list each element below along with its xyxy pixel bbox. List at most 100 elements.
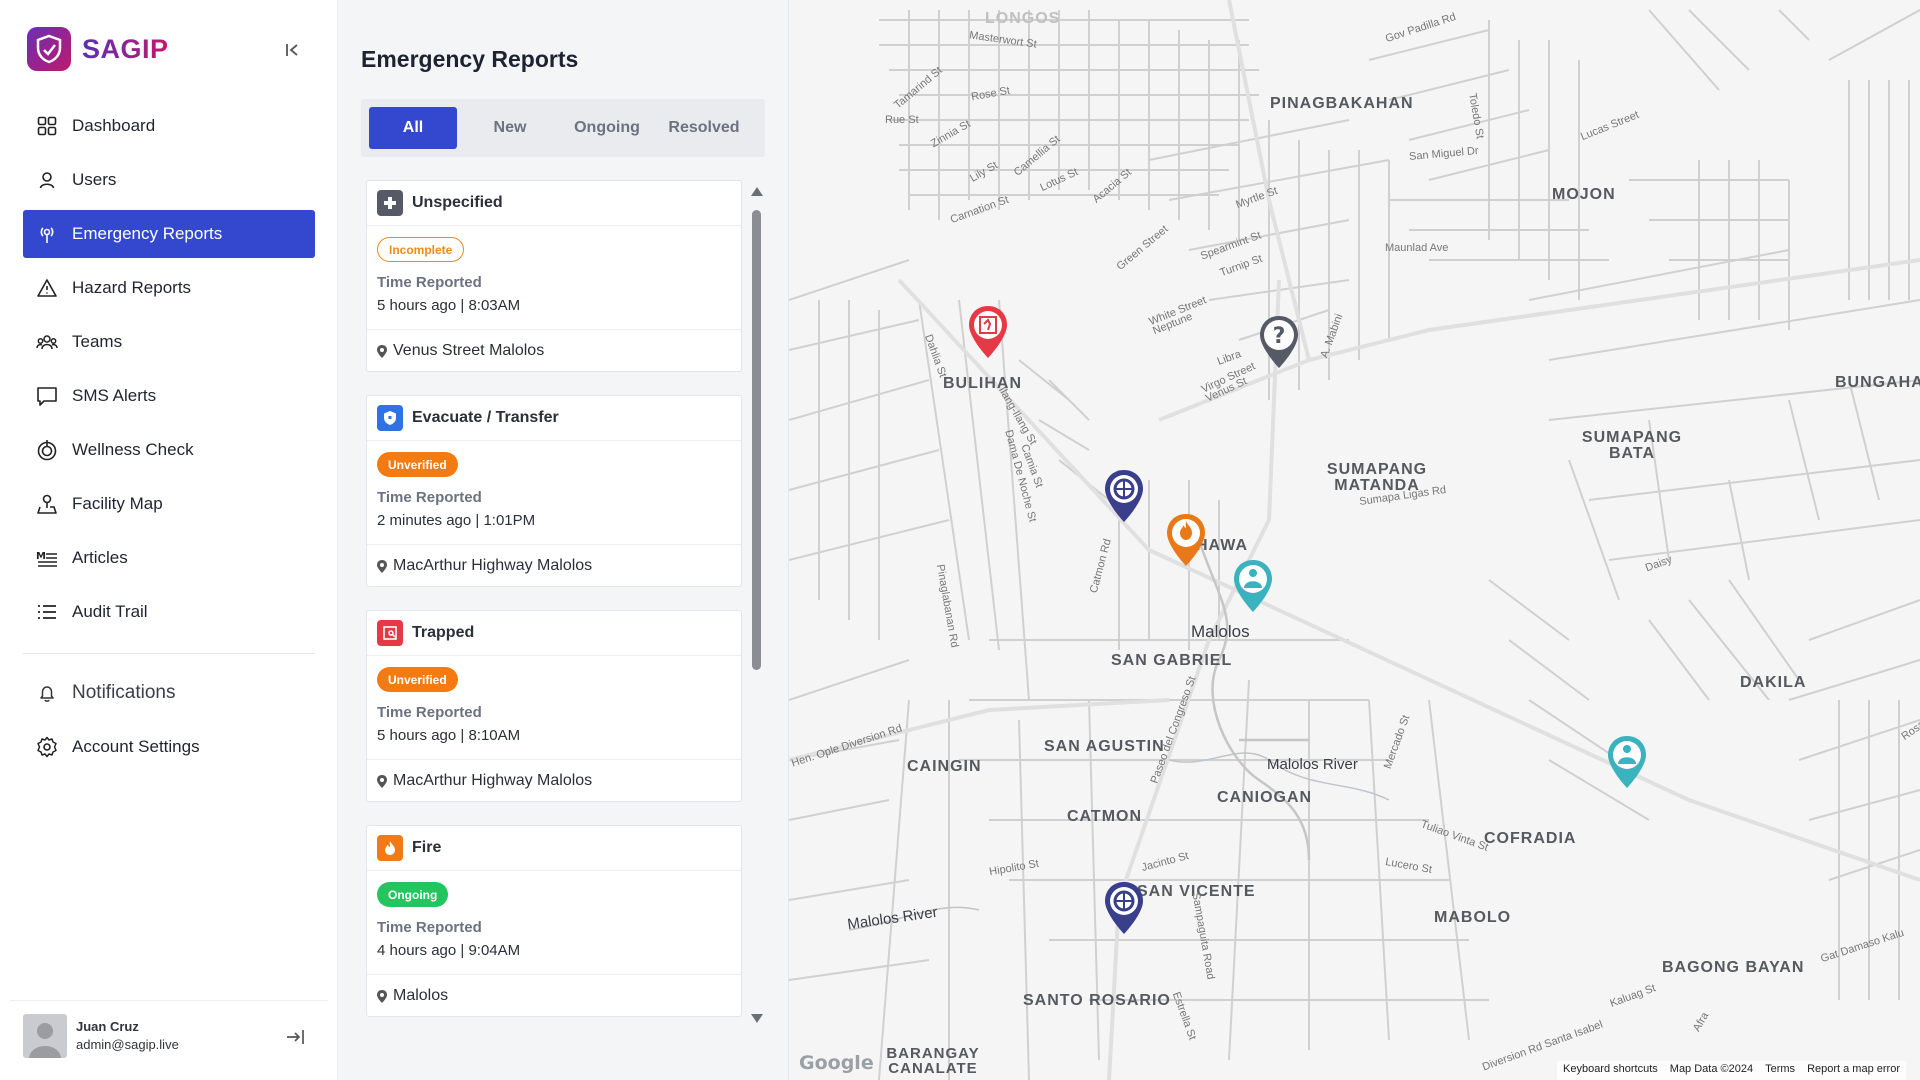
map-data-text: Map Data ©2024 xyxy=(1669,1063,1754,1075)
report-category: Unspecified xyxy=(412,194,503,211)
heart-pulse-icon xyxy=(36,439,58,461)
signal-icon xyxy=(36,223,58,245)
status-badge: Unverified xyxy=(377,452,458,477)
scroll-up-arrow-icon[interactable] xyxy=(751,187,763,196)
trapped-icon xyxy=(377,620,403,646)
place-label: CATMON xyxy=(1067,808,1143,825)
nav-label: Facility Map xyxy=(72,494,163,513)
report-location: MacArthur Highway Malolos xyxy=(393,772,593,789)
scroll-down-arrow-icon[interactable] xyxy=(751,1014,763,1023)
card-header: Evacuate / Transfer xyxy=(367,396,741,441)
place-label: SANTO ROSARIO xyxy=(1023,992,1171,1009)
logout-icon[interactable] xyxy=(284,1026,306,1048)
collapse-sidebar-icon[interactable] xyxy=(282,40,302,60)
scroll-thumb[interactable] xyxy=(752,210,761,670)
nav-account-settings[interactable]: Account Settings xyxy=(23,723,315,771)
tab-resolved[interactable]: Resolved xyxy=(660,107,748,149)
nav-wellness-check[interactable]: Wellness Check xyxy=(23,426,315,474)
terms-link[interactable]: Terms xyxy=(1759,1061,1801,1080)
time-label: Time Reported xyxy=(377,489,482,506)
grid-icon xyxy=(36,115,58,137)
location-row: MacArthur Highway Malolos xyxy=(367,544,741,587)
report-card[interactable]: Unspecified Incomplete Time Reported 5 h… xyxy=(366,180,742,372)
sidebar: SAGIP Dashboard Users Emergency Reports … xyxy=(0,0,338,1080)
trapped-marker-icon[interactable] xyxy=(966,304,1010,360)
main-nav: Dashboard Users Emergency Reports Hazard… xyxy=(23,102,315,642)
nav-hazard-reports[interactable]: Hazard Reports xyxy=(23,264,315,312)
report-category: Fire xyxy=(412,839,442,856)
card-header: Trapped xyxy=(367,611,741,656)
place-label: BUNGAHAN xyxy=(1835,374,1920,391)
nav-sms-alerts[interactable]: SMS Alerts xyxy=(23,372,315,420)
map-pin-icon xyxy=(36,493,58,515)
report-location: Venus Street Malolos xyxy=(393,342,545,359)
secondary-nav: Notifications Account Settings xyxy=(23,669,315,777)
bell-icon xyxy=(36,682,58,704)
medical-cross-icon xyxy=(377,190,403,216)
nav-label: Audit Trail xyxy=(72,602,148,621)
tab-ongoing[interactable]: Ongoing xyxy=(563,107,651,149)
nav-label: Articles xyxy=(72,548,128,567)
report-category: Trapped xyxy=(412,624,475,641)
report-card[interactable]: Trapped Unverified Time Reported 5 hours… xyxy=(366,610,742,802)
nav-label: Teams xyxy=(72,332,123,351)
fire-marker-icon[interactable] xyxy=(1164,512,1208,568)
time-label: Time Reported xyxy=(377,919,482,936)
report-card[interactable]: Fire Ongoing Time Reported 4 hours ago |… xyxy=(366,825,742,1017)
tab-all[interactable]: All xyxy=(369,107,457,149)
place-label: SAN AGUSTIN xyxy=(1044,738,1165,755)
nav-audit-trail[interactable]: Audit Trail xyxy=(23,588,315,636)
report-list-scrollbar[interactable] xyxy=(750,187,764,1027)
place-label: SUMAPANG BATA xyxy=(1581,429,1683,462)
time-value: 5 hours ago | 8:03AM xyxy=(377,297,521,314)
avatar[interactable] xyxy=(23,1014,67,1058)
time-label: Time Reported xyxy=(377,274,482,291)
place-label: MOJON xyxy=(1552,186,1616,203)
article-icon: M xyxy=(36,547,58,569)
place-label: BAGONG BAYAN xyxy=(1662,959,1805,976)
nav-users[interactable]: Users xyxy=(23,156,315,204)
medical-marker-icon[interactable] xyxy=(1605,734,1649,790)
report-card[interactable]: Evacuate / Transfer Unverified Time Repo… xyxy=(366,395,742,587)
card-header: Fire xyxy=(367,826,741,871)
time-value: 5 hours ago | 8:10AM xyxy=(377,727,521,744)
nav-articles[interactable]: M Articles xyxy=(23,534,315,582)
nav-label: Notifications xyxy=(72,682,176,703)
user-name: Juan Cruz xyxy=(76,1019,139,1034)
keyboard-shortcuts-link[interactable]: Keyboard shortcuts xyxy=(1557,1061,1664,1080)
rescue-marker-icon[interactable] xyxy=(1102,468,1146,524)
nav-divider xyxy=(23,653,315,654)
report-map-error-link[interactable]: Report a map error xyxy=(1801,1061,1906,1080)
incident-map[interactable]: PINAGBAKAHAN MOJON BULIHAN SUMAPANG MATA… xyxy=(789,0,1920,1080)
nav-emergency-reports[interactable]: Emergency Reports xyxy=(23,210,315,258)
status-badge: Unverified xyxy=(377,667,458,692)
report-location: MacArthur Highway Malolos xyxy=(393,557,593,574)
nav-dashboard[interactable]: Dashboard xyxy=(23,102,315,150)
report-list: Unspecified Incomplete Time Reported 5 h… xyxy=(366,180,744,1020)
gear-icon xyxy=(36,736,58,758)
medical-marker-icon[interactable] xyxy=(1231,558,1275,614)
reports-panel: Emergency Reports All New Ongoing Resolv… xyxy=(338,0,789,1080)
brand[interactable]: SAGIP xyxy=(27,27,169,71)
shield-logo-icon xyxy=(27,27,71,71)
tab-new[interactable]: New xyxy=(466,107,554,149)
google-logo: Google xyxy=(799,1052,874,1074)
place-label: COFRADIA xyxy=(1484,830,1577,847)
place-label: LONGOS xyxy=(985,10,1061,27)
rescue-marker-icon[interactable] xyxy=(1102,880,1146,936)
place-label: BULIHAN xyxy=(943,375,1022,392)
status-badge: Incomplete xyxy=(377,237,465,262)
nav-label: Account Settings xyxy=(72,737,200,756)
nav-facility-map[interactable]: Facility Map xyxy=(23,480,315,528)
evacuate-icon xyxy=(377,405,403,431)
location-pin-icon xyxy=(377,989,387,1003)
place-label: DAKILA xyxy=(1740,674,1807,691)
list-icon xyxy=(36,601,58,623)
place-label: CAINGIN xyxy=(907,758,982,775)
river-label: Malolos River xyxy=(1267,756,1358,773)
nav-notifications[interactable]: Notifications xyxy=(23,669,315,717)
unspecified-marker-icon[interactable]: ? xyxy=(1257,314,1301,370)
nav-label: SMS Alerts xyxy=(72,386,157,405)
nav-label: Users xyxy=(72,170,117,189)
nav-teams[interactable]: Teams xyxy=(23,318,315,366)
